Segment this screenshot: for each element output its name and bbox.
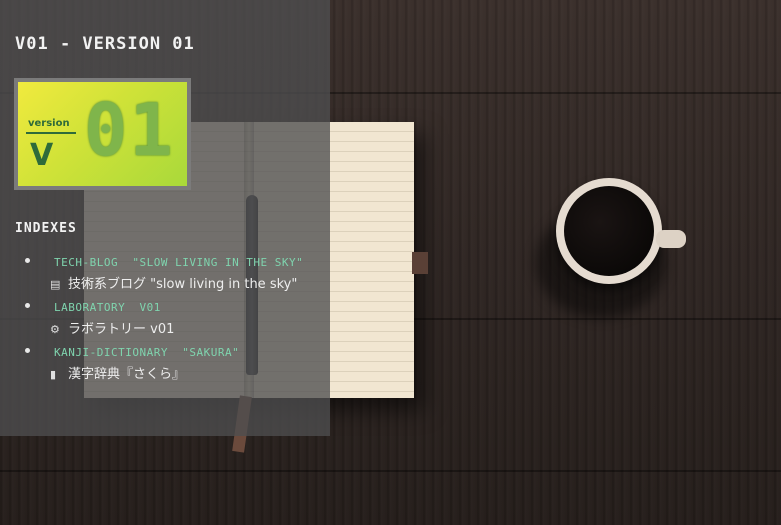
coffee-cup-image bbox=[536, 178, 686, 318]
bullet-icon bbox=[25, 258, 30, 263]
info-panel: V01 - VERSION 01 version V 01 INDEXES TE… bbox=[0, 0, 330, 436]
index-list: TECH-BLOG "SLOW LIVING IN THE SKY" ▤ 技術系ブ… bbox=[25, 254, 306, 389]
notebook-strap bbox=[412, 252, 428, 274]
logo-v-letter: V bbox=[30, 138, 54, 173]
logo-underline bbox=[26, 132, 76, 134]
laboratory-description: ⚙ ラボラトリー v01 bbox=[18, 317, 306, 343]
list-item: LABORATORY V01 ⚙ ラボラトリー v01 bbox=[25, 299, 306, 343]
logo-version-word: version bbox=[28, 118, 70, 129]
cup-handle bbox=[656, 230, 686, 248]
bullet-icon bbox=[25, 348, 30, 353]
kanji-dictionary-link[interactable]: KANJI-DICTIONARY "SAKURA" bbox=[36, 344, 306, 362]
tech-blog-description-text: 技術系ブログ "slow living in the sky" bbox=[68, 277, 298, 292]
version-logo-art: version V 01 bbox=[18, 82, 187, 186]
laboratory-link[interactable]: LABORATORY V01 bbox=[36, 299, 306, 317]
gears-icon: ⚙ bbox=[50, 323, 60, 336]
tech-blog-description: ▤ 技術系ブログ "slow living in the sky" bbox=[18, 272, 306, 298]
book-icon: ▮ bbox=[50, 368, 57, 381]
bullet-icon bbox=[25, 303, 30, 308]
cup-coffee bbox=[564, 186, 654, 276]
newspaper-icon: ▤ bbox=[50, 278, 61, 291]
page-title: V01 - VERSION 01 bbox=[15, 34, 195, 54]
logo-number: 01 bbox=[84, 88, 175, 172]
wood-plank-seam bbox=[0, 470, 781, 472]
laboratory-description-text: ラボラトリー v01 bbox=[68, 322, 175, 337]
tech-blog-link[interactable]: TECH-BLOG "SLOW LIVING IN THE SKY" bbox=[36, 254, 306, 272]
list-item: KANJI-DICTIONARY "SAKURA" ▮ 漢字辞典『さくら』 bbox=[25, 344, 306, 388]
list-item: TECH-BLOG "SLOW LIVING IN THE SKY" ▤ 技術系ブ… bbox=[25, 254, 306, 298]
kanji-dictionary-description: ▮ 漢字辞典『さくら』 bbox=[18, 362, 306, 388]
indexes-heading: INDEXES bbox=[15, 221, 77, 236]
kanji-dictionary-description-text: 漢字辞典『さくら』 bbox=[68, 367, 186, 382]
version-logo[interactable]: version V 01 bbox=[14, 78, 191, 190]
